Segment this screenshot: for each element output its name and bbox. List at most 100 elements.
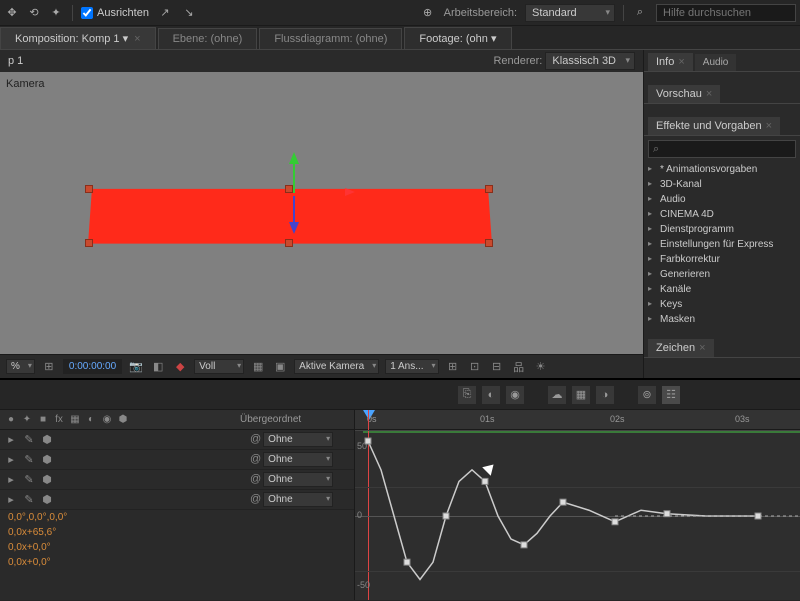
- handle[interactable]: [285, 239, 293, 247]
- timeline-panel: ⎘ ◐ ◉ ☁ ▦ ◑ ⊚ ☷ ● ✦ ■ fx ▦ ◐ ◉ ⬢ Überg: [0, 378, 800, 600]
- resolution-icon[interactable]: ⊞: [41, 359, 57, 375]
- effect-category[interactable]: 3D-Kanal: [648, 177, 796, 192]
- tab-info[interactable]: Info×: [648, 53, 693, 71]
- comp-name: p 1: [8, 55, 23, 67]
- search-toggle-icon[interactable]: ⊕: [420, 5, 436, 21]
- column-headers: ● ✦ ■ fx ▦ ◐ ◉ ⬢ Übergeordnet: [0, 410, 354, 430]
- eye-icon[interactable]: ●: [4, 413, 18, 427]
- grid-icon[interactable]: ▦: [572, 386, 590, 404]
- parent-dropdown[interactable]: Ohne: [263, 432, 333, 447]
- graph-curve: [355, 431, 800, 601]
- twirl-icon[interactable]: ▸: [4, 433, 18, 446]
- composition-viewer: p 1 Renderer: Klassisch 3D Kamera: [0, 50, 644, 378]
- solo-icon[interactable]: ✦: [20, 413, 34, 427]
- draft-icon[interactable]: ◑: [596, 386, 614, 404]
- effect-category[interactable]: Audio: [648, 192, 796, 207]
- rotate-tool-icon[interactable]: ⟲: [26, 5, 42, 21]
- cube-icon[interactable]: ⬢: [40, 433, 54, 446]
- composition-canvas[interactable]: Kamera: [0, 72, 643, 354]
- layer-row[interactable]: ▸✎⬢ @Ohne: [0, 450, 354, 470]
- graph-type-icon[interactable]: ☷: [662, 386, 680, 404]
- handle[interactable]: [285, 185, 293, 193]
- camera-dropdown[interactable]: Aktive Kamera: [294, 359, 379, 374]
- guides-icon[interactable]: ⊡: [467, 359, 483, 375]
- time-ruler[interactable]: 0s 01s 02s 03s: [355, 410, 800, 430]
- layer-row[interactable]: ▸✎⬢ @Ohne: [0, 470, 354, 490]
- tab-audio[interactable]: Audio: [695, 54, 737, 71]
- mask-icon[interactable]: ▣: [272, 359, 288, 375]
- lock-icon[interactable]: ■: [36, 413, 50, 427]
- effect-category[interactable]: Kanäle: [648, 282, 796, 297]
- help-search-input[interactable]: [656, 4, 796, 22]
- collapse-icon[interactable]: ▦: [68, 413, 82, 427]
- effect-category[interactable]: * Animationsvorgaben: [648, 162, 796, 177]
- effect-category[interactable]: CINEMA 4D: [648, 207, 796, 222]
- motion-blur-icon[interactable]: ◉: [506, 386, 524, 404]
- tab-layer[interactable]: Ebene: (ohne): [158, 28, 258, 49]
- tool-icons: ✥ ⟲ ✦: [4, 5, 64, 21]
- pickwhip-icon[interactable]: @: [250, 433, 261, 445]
- property-value[interactable]: 0,0x+0,0°: [0, 540, 354, 555]
- anchor-tool-icon[interactable]: ✦: [48, 5, 64, 21]
- property-value[interactable]: 0,0x+65,6°: [0, 525, 354, 540]
- graph-editor-icon[interactable]: ⊚: [638, 386, 656, 404]
- handle[interactable]: [485, 239, 493, 247]
- property-value[interactable]: 0,0x+0,0°: [0, 555, 354, 570]
- property-value[interactable]: 0,0°,0,0°,0,0°: [0, 510, 354, 525]
- effects-search-input[interactable]: [648, 140, 796, 158]
- layer-row[interactable]: ▸ ✎ ⬢ @Ohne: [0, 430, 354, 450]
- views-dropdown[interactable]: 1 Ans...: [385, 359, 438, 374]
- grid-icon[interactable]: ⊞: [445, 359, 461, 375]
- layer-row[interactable]: ▸✎⬢ @Ohne: [0, 490, 354, 510]
- workspace-dropdown[interactable]: Standard: [525, 4, 615, 22]
- tab-preview[interactable]: Vorschau×: [648, 85, 720, 103]
- tab-effects[interactable]: Effekte und Vorgaben×: [648, 117, 780, 135]
- safe-icon[interactable]: 品: [511, 359, 527, 375]
- effect-category[interactable]: Keys: [648, 297, 796, 312]
- handle[interactable]: [85, 239, 93, 247]
- tab-draw[interactable]: Zeichen×: [648, 339, 714, 357]
- align-checkbox[interactable]: Ausrichten: [81, 7, 149, 19]
- effect-category[interactable]: Dienstprogramm: [648, 222, 796, 237]
- renderer-dropdown[interactable]: Klassisch 3D: [545, 52, 635, 70]
- resolution-dropdown[interactable]: Voll: [194, 359, 244, 374]
- handle[interactable]: [485, 185, 493, 193]
- exposure-icon[interactable]: ☀: [533, 359, 549, 375]
- move-tool-icon[interactable]: ✥: [4, 5, 20, 21]
- cube-icon[interactable]: ⬢: [116, 413, 130, 427]
- ruler-icon[interactable]: ⊟: [489, 359, 505, 375]
- effect-category[interactable]: Masken: [648, 312, 796, 327]
- solid-layer[interactable]: [88, 189, 492, 244]
- pen-icon[interactable]: ✎: [22, 433, 36, 446]
- brainstorm-icon[interactable]: ☁: [548, 386, 566, 404]
- tab-flowchart[interactable]: Flussdiagramm: (ohne): [259, 28, 402, 49]
- effect-category[interactable]: Farbkorrektur: [648, 252, 796, 267]
- fx-icon[interactable]: fx: [52, 413, 66, 427]
- frame-blend-icon[interactable]: ◐: [482, 386, 500, 404]
- snap2-icon[interactable]: ↘: [181, 5, 197, 21]
- timecode[interactable]: 0:00:00:00: [63, 359, 122, 374]
- layer-list: ● ✦ ■ fx ▦ ◐ ◉ ⬢ Übergeordnet ▸ ✎ ⬢ @Ohn…: [0, 410, 355, 600]
- channel-icon[interactable]: ◧: [150, 359, 166, 375]
- top-toolbar: ✥ ⟲ ✦ Ausrichten ↗ ↘ ⊕ Arbeitsbereich: S…: [0, 0, 800, 26]
- value-graph[interactable]: 50° 0 -50: [355, 430, 800, 600]
- tab-composition[interactable]: Komposition: Komp 1 ▾×: [0, 27, 156, 49]
- 3d-icon[interactable]: ◉: [100, 413, 114, 427]
- shy-icon[interactable]: ⎘: [458, 386, 476, 404]
- snapshot-icon[interactable]: 📷: [128, 359, 144, 375]
- transparency-icon[interactable]: ▦: [250, 359, 266, 375]
- zoom-dropdown[interactable]: %: [6, 359, 35, 374]
- tab-footage[interactable]: Footage: (ohn ▾: [404, 27, 511, 49]
- close-icon[interactable]: ×: [134, 33, 140, 45]
- snap-icon[interactable]: ↗: [157, 5, 173, 21]
- graph-editor[interactable]: 0s 01s 02s 03s 50° 0 -50: [355, 410, 800, 600]
- rgb-icon[interactable]: ◆: [172, 359, 188, 375]
- timeline-toolbar: ⎘ ◐ ◉ ☁ ▦ ◑ ⊚ ☷: [0, 380, 800, 410]
- quality-icon[interactable]: ◐: [84, 413, 98, 427]
- chevron-down-icon: ▾: [123, 33, 129, 45]
- effect-category[interactable]: Einstellungen für Express: [648, 237, 796, 252]
- handle[interactable]: [85, 185, 93, 193]
- effect-category[interactable]: Generieren: [648, 267, 796, 282]
- x-axis-icon[interactable]: [345, 188, 355, 196]
- parent-header: Übergeordnet: [240, 414, 350, 425]
